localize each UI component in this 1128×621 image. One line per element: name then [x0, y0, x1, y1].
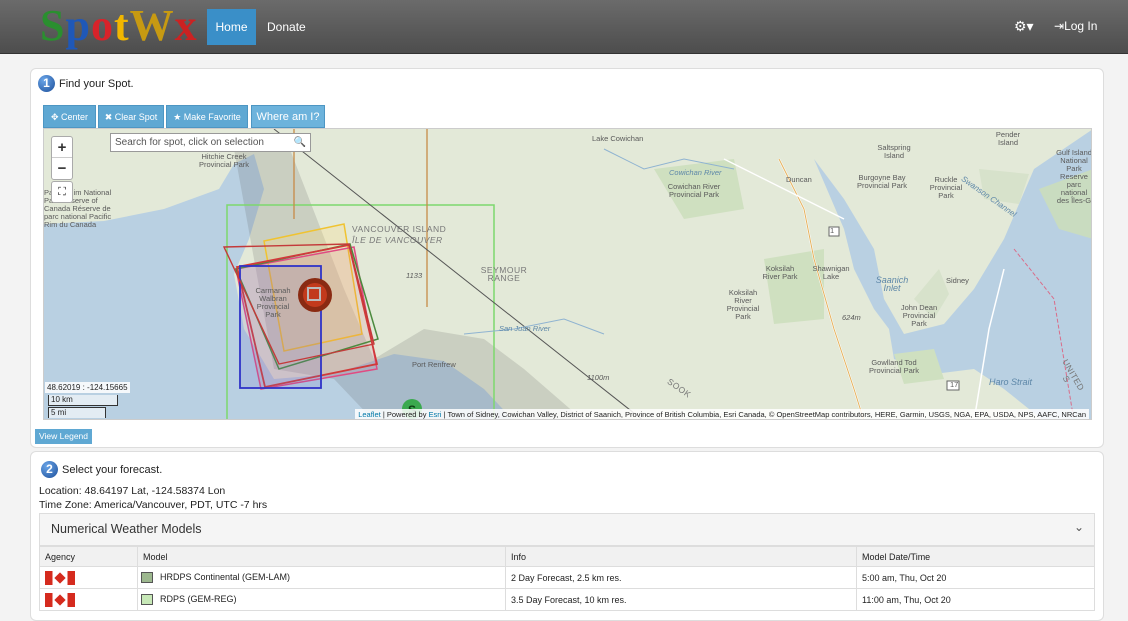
spotwx-logo[interactable]: SpotWx: [40, 4, 198, 48]
cursor-coordinates: 48.62019 : -124.15665: [45, 382, 130, 393]
login-label: Log In: [1064, 19, 1098, 33]
where-am-i-button[interactable]: Where am I?: [251, 105, 325, 128]
step-1-title: Find your Spot.: [59, 77, 134, 90]
map-canvas[interactable]: S: [44, 129, 1092, 420]
center-button[interactable]: ✥ Center: [43, 105, 96, 128]
step-2-title: Select your forecast.: [62, 463, 163, 476]
step-1-heading: 1 Find your Spot.: [38, 75, 134, 92]
model-name[interactable]: HRDPS Continental (GEM-LAM): [160, 572, 290, 582]
model-info: 3.5 Day Forecast, 10 km res.: [505, 588, 857, 611]
col-datetime: Model Date/Time: [856, 546, 1095, 567]
map-label-gowlland: Gowlland Tod Provincial Park: [868, 358, 920, 375]
col-model: Model: [137, 546, 506, 567]
step-2-icon: 2: [41, 461, 58, 478]
map-label-hwy-17: 17: [950, 380, 959, 389]
map-label-gulf-islands: Gulf Island National Park Reserve parc n…: [1056, 148, 1092, 205]
map-label-pender: Pender Island: [995, 130, 1021, 147]
map-label-saanich-inlet: Saanich Inlet: [875, 275, 909, 293]
map-label-duncan: Duncan: [786, 175, 812, 184]
map-label-hwy-1: 1: [830, 226, 835, 235]
canada-flag-icon: [45, 592, 75, 607]
numerical-models-title: Numerical Weather Models: [51, 522, 202, 536]
models-table: Agency Model Info Model Date/Time HRDPS …: [39, 546, 1095, 611]
fullscreen-icon[interactable]: ⛶: [51, 181, 73, 203]
model-color-swatch: [141, 594, 153, 606]
scale-bar-mi: 5 mi: [48, 407, 106, 418]
map-label-ile-vancouver: ÎLE DE VANCOUVER: [352, 235, 443, 245]
col-info: Info: [505, 546, 857, 567]
map-label-koksilah-river: Koksilah River Park: [762, 264, 798, 281]
map-label-lake-cowichan: Lake Cowichan: [592, 134, 644, 143]
model-datetime: 11:00 am, Thu, Oct 20: [856, 588, 1095, 611]
map-label-1100m: 1100m: [587, 373, 610, 382]
login-icon: ⇥: [1054, 19, 1065, 33]
map-label-koksilah-park: Koksilah River Provincial Park: [726, 288, 760, 321]
make-favorite-button[interactable]: ★ Make Favorite: [166, 105, 248, 128]
step-1-icon: 1: [38, 75, 55, 92]
scale-bar-km: 10 km: [48, 395, 118, 406]
map-label-vancouver-island: VANCOUVER ISLAND: [352, 224, 447, 234]
table-row[interactable]: HRDPS Continental (GEM-LAM) 2 Day Foreca…: [39, 566, 1095, 589]
map-label-saltspring: Saltspring Island: [877, 143, 911, 160]
map-label-port-renfrew: Port Renfrew: [412, 360, 456, 369]
map-search-placeholder: Search for spot, click on selection: [115, 137, 264, 148]
leaflet-link[interactable]: Leaflet: [358, 410, 381, 419]
chevron-down-icon[interactable]: ⌄: [1074, 520, 1084, 534]
canada-flag-icon: [45, 570, 75, 585]
model-info: 2 Day Forecast, 2.5 km res.: [505, 566, 857, 589]
numerical-models-header[interactable]: Numerical Weather Models ⌄: [39, 513, 1095, 546]
nav-donate-link[interactable]: Donate: [267, 9, 306, 45]
map-label-sidney: Sidney: [946, 276, 969, 285]
map-attribution: Leaflet | Powered by Esri | Town of Sidn…: [355, 409, 1089, 419]
map-label-burgoyne: Burgoyne Bay Provincial Park: [856, 173, 908, 190]
map-label-san-juan: San Juan River: [499, 324, 551, 333]
location-text: Location: 48.64197 Lat, -124.58374 Lon: [39, 485, 226, 497]
timezone-text: Time Zone: America/Vancouver, PDT, UTC -…: [39, 499, 268, 511]
map-search-input[interactable]: Search for spot, click on selection 🔍: [110, 133, 311, 152]
model-color-swatch: [141, 572, 153, 584]
map-label-cowichan-river-park: Cowichan River Provincial Park: [667, 182, 721, 199]
map-label-seymour-range: SEYMOUR RANGE: [480, 265, 528, 283]
map-label-shawnigan: Shawnigan Lake: [812, 264, 850, 281]
step-2-heading: 2 Select your forecast.: [41, 461, 162, 478]
clear-spot-button[interactable]: ✖ Clear Spot: [98, 105, 164, 128]
map-label-cowichan-river: Cowichan River: [669, 168, 722, 177]
zoom-out-button[interactable]: −: [52, 158, 72, 179]
map-label-haro-strait: Haro Strait: [989, 377, 1033, 387]
zoom-control: + −: [51, 136, 73, 180]
col-agency: Agency: [39, 546, 138, 567]
map-label-624m: 624m: [842, 313, 861, 322]
model-name[interactable]: RDPS (GEM-REG): [160, 594, 237, 604]
top-navbar: SpotWx Home Donate ⚙▾ ⇥Log In: [0, 0, 1128, 54]
settings-gear-icon[interactable]: ⚙▾: [1014, 18, 1034, 35]
esri-link[interactable]: Esri: [429, 410, 442, 419]
map-label-carmanah: Carmanah Walbran Provincial Park: [255, 286, 291, 319]
map-label-1133: 1133: [406, 271, 423, 280]
zoom-in-button[interactable]: +: [52, 137, 72, 158]
nav-home-link[interactable]: Home: [207, 9, 256, 45]
map-view[interactable]: S Lake Cowichan Pender Island Saltspring…: [43, 128, 1092, 420]
search-icon[interactable]: 🔍: [294, 134, 306, 151]
map-label-hitchie: Hitchie Creek Provincial Park: [198, 152, 250, 169]
login-link[interactable]: ⇥Log In: [1054, 19, 1097, 33]
view-legend-button[interactable]: View Legend: [35, 429, 92, 444]
map-label-john-dean: John Dean Provincial Park: [900, 303, 938, 328]
model-datetime: 5:00 am, Thu, Oct 20: [856, 566, 1095, 589]
table-row[interactable]: RDPS (GEM-REG) 3.5 Day Forecast, 10 km r…: [39, 588, 1095, 611]
